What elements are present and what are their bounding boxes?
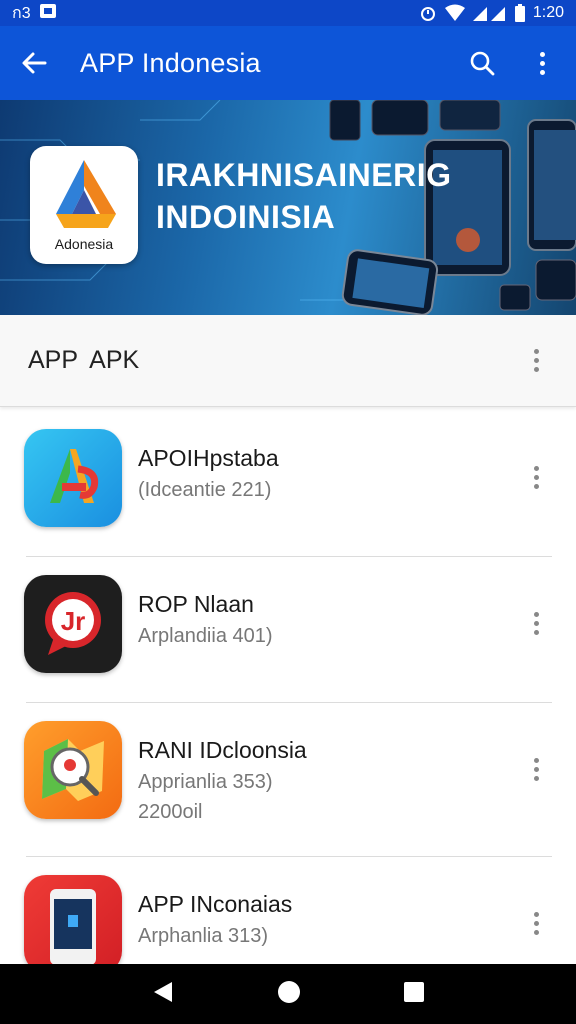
map-search-icon (42, 739, 104, 801)
battery-icon (514, 4, 525, 22)
letter-a-icon (50, 449, 99, 503)
app-subtitle: Arphanlia 313) (138, 925, 269, 947)
status-time: 1:20 (532, 4, 564, 21)
app-name: ROP Nlaan (138, 591, 254, 617)
app-name: APOIHpstaba (138, 445, 279, 471)
svg-text:Jr: Jr (61, 606, 86, 636)
back-button[interactable] (12, 41, 56, 85)
search-button[interactable] (460, 41, 504, 85)
list-item[interactable]: APP INconaias Arphanlia 313) (0, 857, 576, 964)
app-subtitle: Apprianlia 353) (138, 771, 273, 793)
status-left: ก3 (12, 1, 57, 26)
status-bar: ก3 1:20 (0, 0, 576, 26)
banner-app-logo: Adonesia (30, 146, 138, 264)
item-more-button[interactable] (524, 459, 548, 495)
banner-title-line-1: IRAKHNISAINERIG (156, 157, 452, 193)
app-bar: APP Indonesia (0, 26, 576, 100)
nav-home-button[interactable] (277, 980, 301, 1009)
search-icon (470, 51, 495, 76)
app-texts: RANI IDcloonsia Apprianlia 353) 2200oil (138, 735, 307, 827)
section-more-button[interactable] (524, 343, 548, 379)
hero-banner[interactable]: Adonesia IRAKHNISAINERIG INDOINISIA (0, 100, 576, 315)
app-icon: Jr (24, 575, 122, 673)
banner-title: IRAKHNISAINERIG INDOINISIA (156, 154, 452, 238)
item-more-button[interactable] (524, 905, 548, 941)
status-left-text: ก3 (12, 4, 31, 22)
list-item[interactable]: Jr ROP Nlaan Arplandiia 401) (0, 557, 576, 703)
app-texts: ROP Nlaan Arplandiia 401) (138, 589, 273, 651)
signal-icon (472, 4, 507, 22)
app-icon (24, 875, 122, 964)
circle-home-icon (277, 980, 300, 1003)
app-name: RANI IDcloonsia (138, 737, 307, 763)
section-title: APP APK (28, 346, 140, 374)
list-item[interactable]: APOIHpstaba (Idceantie 221) (0, 411, 576, 557)
app-subtitle: (Idceantie 221) (138, 479, 272, 501)
app-list: APOIHpstaba (Idceantie 221) Jr ROP Nlaan… (0, 411, 576, 964)
arrow-back-icon (22, 52, 47, 74)
list-item[interactable]: RANI IDcloonsia Apprianlia 353) 2200oil (0, 703, 576, 857)
banner-title-line-2: INDOINISIA (156, 199, 336, 235)
app-icon (24, 429, 122, 527)
section-header: APP APK (0, 315, 576, 407)
app-texts: APOIHpstaba (Idceantie 221) (138, 443, 279, 505)
wifi-icon (444, 4, 465, 22)
square-recents-icon (404, 981, 425, 1002)
item-more-button[interactable] (524, 605, 548, 641)
notification-icon (39, 2, 57, 25)
app-extra-info: 2200oil (138, 801, 203, 823)
more-vert-icon (530, 45, 554, 81)
status-right: 1:20 (419, 4, 564, 22)
phone-icon (50, 889, 96, 964)
app-bar-title: APP Indonesia (80, 47, 261, 78)
triangle-logo-icon (56, 160, 116, 228)
chat-bubble-icon: Jr (45, 592, 101, 655)
triangle-back-icon (153, 981, 172, 1002)
alarm-icon (419, 4, 437, 22)
banner-logo-text: Adonesia (54, 236, 114, 252)
nav-back-button[interactable] (152, 980, 174, 1009)
item-more-button[interactable] (524, 751, 548, 787)
app-texts: APP INconaias Arphanlia 313) (138, 889, 292, 951)
app-subtitle: Arplandiia 401) (138, 625, 273, 647)
app-icon (24, 721, 122, 819)
overflow-menu-button[interactable] (520, 41, 564, 85)
nav-recents-button[interactable] (404, 981, 425, 1007)
app-name: APP INconaias (138, 891, 293, 917)
system-nav-bar (0, 964, 576, 1024)
